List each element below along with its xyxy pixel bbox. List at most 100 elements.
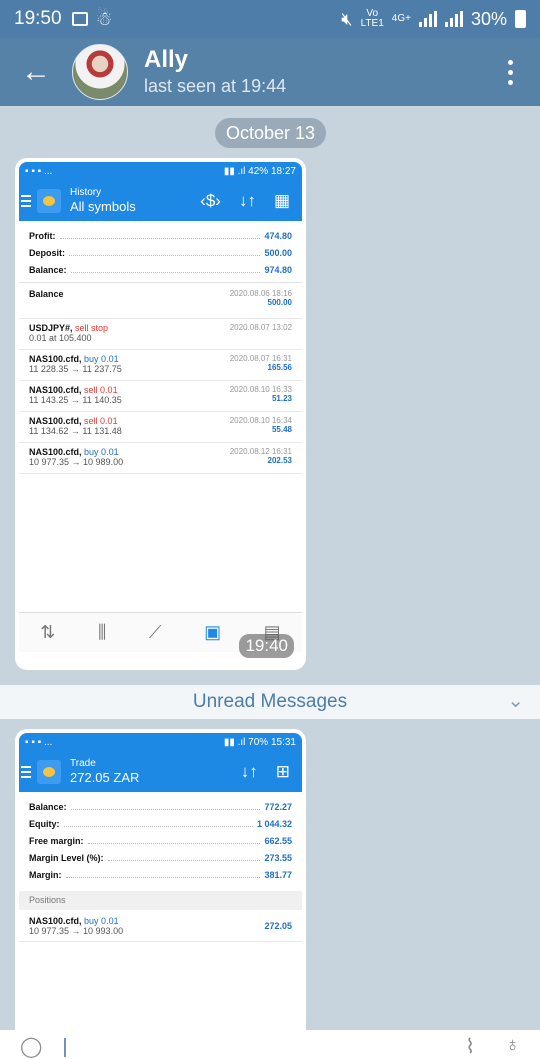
deal-symbol: USDJPY#,	[29, 323, 73, 333]
chart-icon: ⫼	[97, 622, 107, 642]
volte-indicator: Vo LTE1	[361, 9, 384, 29]
deal-row: NAS100.cfd, sell 0.01 11 143.25 → 11 140.…	[19, 381, 302, 412]
trade-icon: ⟋	[148, 622, 162, 642]
app-title: All symbols	[70, 199, 136, 214]
screenshot-history: ▪ ▪ ▪ ... ▮▮ .ıl 42% 18:27 History All s…	[19, 162, 302, 666]
app-header: History All symbols ‹$› ↓↑ ▦	[19, 181, 302, 221]
microphone-icon[interactable]: ♁	[505, 1034, 520, 1059]
volte-bottom: LTE1	[360, 18, 384, 29]
deal-date: 2020.08.06 18:16	[229, 289, 292, 298]
balance-entry-label: Balance	[29, 289, 64, 299]
summary-label: Profit:	[29, 230, 56, 241]
quotes-icon: ⇅	[40, 622, 56, 642]
deal-action: sell stop	[75, 323, 109, 333]
position-detail: 10 977.35 → 10 993.00	[29, 925, 124, 936]
deals-list: USDJPY#, sell stop 0.01 at 105.400 2020.08…	[19, 319, 302, 474]
position-action: buy 0.01	[84, 915, 119, 926]
phone-status-icons: ▪ ▪ ▪ ...	[25, 737, 53, 748]
deal-detail: 0.01 at 105.400	[29, 333, 92, 343]
phone-signal-icon: ▮▮ .ıl	[223, 166, 249, 177]
status-time: 19:50	[14, 8, 62, 29]
summary-label: Equity:	[29, 818, 60, 829]
screenshot-trade: ▪ ▪ ▪ ... ▮▮ .ıl 70% 15:31 Trade 272.05 …	[19, 733, 302, 1039]
deal-date: 2020.08.10 16:33	[229, 385, 292, 394]
phone-status-icons: ▪ ▪ ▪ ...	[25, 166, 53, 177]
deal-row: NAS100.cfd, buy 0.01 10 977.35 → 10 989.0…	[19, 443, 302, 474]
summary-row-free-margin: Free margin: 662.55	[19, 832, 302, 849]
deal-row: USDJPY#, sell stop 0.01 at 105.400 2020.08…	[19, 319, 302, 350]
summary-value: 974.80	[264, 264, 292, 275]
status-bar: 19:50 ☃ 🔇︎ Vo LTE1 4G+ 30%	[0, 0, 540, 38]
deal-detail: 11 228.35 → 11 237.75	[29, 364, 122, 374]
gallery-icon	[71, 12, 88, 26]
phone-signal-icon: ▮▮ .ıl	[223, 737, 249, 748]
deal-symbol: NAS100.cfd,	[29, 416, 82, 426]
deal-action: sell 0.01	[84, 385, 118, 395]
deal-amount: 500.00	[267, 298, 292, 307]
back-arrow-icon[interactable]: ←	[0, 38, 72, 106]
app-title: 272.05 ZAR	[70, 770, 140, 785]
new-order-icon: ⊞	[275, 762, 290, 781]
app-subtitle: History	[70, 187, 102, 198]
position-row: NAS100.cfd, buy 0.01 10 977.35 → 10 993.…	[19, 910, 302, 942]
message-time: 19:40	[239, 634, 294, 658]
summary-label: Balance:	[29, 264, 67, 275]
balance-entry: Balance 2020.08.06 18:16 500.00	[19, 283, 302, 319]
currency-sort-icon: ‹$›	[200, 191, 221, 210]
date-separator: October 13	[215, 118, 326, 148]
deal-action: buy 0.01	[84, 354, 119, 364]
avatar[interactable]	[72, 44, 128, 100]
battery-percent: 30%	[470, 8, 507, 29]
deal-date: 2020.08.07 16:31	[229, 354, 292, 363]
summary-row-margin-level: Margin Level (%): 273.55	[19, 849, 302, 866]
battery-icon	[515, 10, 526, 28]
summary-value: 381.77	[264, 869, 292, 880]
phone-status-bar: ▪ ▪ ▪ ... ▮▮ .ıl 70% 15:31	[19, 733, 302, 752]
history-icon: ▣	[204, 622, 222, 642]
summary-label: Free margin:	[29, 835, 84, 846]
image-message-1[interactable]: ▪ ▪ ▪ ... ▮▮ .ıl 42% 18:27 History All s…	[15, 158, 306, 670]
unread-messages-bar: Unread Messages ⌄	[0, 685, 540, 719]
image-message-2[interactable]: ▪ ▪ ▪ ... ▮▮ .ıl 70% 15:31 Trade 272.05 …	[15, 729, 306, 1039]
deal-symbol: NAS100.cfd,	[29, 447, 82, 457]
summary-section: Profit: 474.80 Deposit: 500.00 Balance: 974…	[19, 221, 302, 278]
metatrader-logo	[37, 760, 61, 784]
summary-value: 500.00	[264, 247, 292, 258]
phone-battery: 70%	[248, 737, 269, 748]
deal-amount: 165.56	[267, 363, 292, 372]
chevron-down-icon[interactable]: ⌄	[507, 688, 524, 713]
deal-date: 2020.08.07 13:02	[229, 323, 292, 332]
deal-action: buy 0.01	[84, 447, 119, 457]
emoji-icon[interactable]: ◯	[20, 1034, 42, 1059]
deal-row: NAS100.cfd, buy 0.01 11 228.35 → 11 237.7…	[19, 350, 302, 381]
chat-header: ← Ally last seen at 19:44	[0, 38, 540, 106]
deal-amount: 51.23	[271, 394, 292, 403]
position-symbol: NAS100.cfd,	[29, 915, 82, 926]
positions-header: Positions	[19, 891, 302, 910]
more-options-icon[interactable]	[480, 38, 540, 106]
hamburger-icon	[21, 766, 31, 778]
deal-detail: 10 977.35 → 10 989.00	[29, 457, 124, 467]
metatrader-logo	[37, 189, 61, 213]
summary-row-balance: Balance: 772.27	[19, 798, 302, 815]
last-seen: last seen at 19:44	[144, 76, 287, 96]
summary-row-profit: Profit: 474.80	[19, 227, 302, 244]
contact-info[interactable]: Ally last seen at 19:44	[144, 46, 286, 98]
phone-time: 18:27	[270, 166, 296, 177]
summary-value: 772.27	[264, 801, 292, 812]
contact-name: Ally	[144, 46, 189, 73]
phone-battery: 42%	[248, 166, 269, 177]
position-amount: 272.05	[264, 920, 292, 931]
text-cursor[interactable]: |	[62, 1036, 67, 1059]
deal-action: sell 0.01	[84, 416, 118, 426]
message-composer: ◯ | ⌇ ♁	[0, 1030, 540, 1059]
sort-icon: ↓↑	[240, 762, 258, 781]
summary-label: Deposit:	[29, 247, 65, 258]
attach-icon[interactable]: ⌇	[465, 1034, 475, 1059]
mute-icon: 🔇︎	[341, 8, 353, 29]
phone-time: 15:31	[270, 737, 296, 748]
signal-icon	[418, 11, 437, 27]
unread-label: Unread Messages	[192, 691, 348, 712]
deal-symbol: NAS100.cfd,	[29, 385, 82, 395]
summary-row-balance: Balance: 974.80	[19, 261, 302, 278]
